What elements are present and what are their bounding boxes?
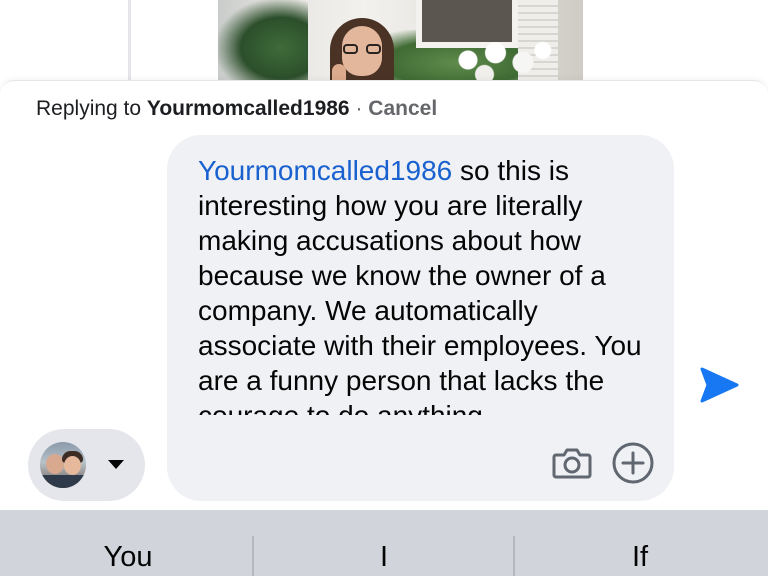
comment-thread [0, 0, 768, 80]
reply-prefix: Replying to [36, 97, 142, 120]
chevron-down-icon [108, 460, 124, 469]
comment-photo[interactable] [218, 0, 583, 80]
photo-flowers [446, 36, 556, 80]
suggestion-you[interactable]: You [0, 510, 256, 576]
reply-target-name: Yourmomcalled1986 [146, 97, 350, 120]
keyboard-suggestion-bar: You I If [0, 510, 768, 576]
comment-input-box[interactable]: Yourmomcalled1986 so this is interesting… [167, 135, 674, 501]
add-attachment-button[interactable] [611, 441, 655, 485]
avatar-shirt [40, 475, 86, 488]
camera-icon [552, 448, 592, 479]
identity-switcher[interactable] [28, 429, 145, 501]
comment-text: so this is interesting how you are liter… [198, 155, 642, 415]
reply-bar: Replying to Yourmomcalled1986 · Cancel [36, 95, 437, 123]
suggestion-divider [252, 536, 254, 576]
suggestion-if[interactable]: If [512, 510, 768, 576]
mention-tag: Yourmomcalled1986 [198, 155, 453, 186]
comment-text-field[interactable]: Yourmomcalled1986 so this is interesting… [198, 153, 650, 415]
send-icon [700, 367, 739, 403]
avatar-head-right [64, 456, 81, 475]
plus-circle-icon [612, 442, 654, 484]
cancel-reply-button[interactable]: Cancel [368, 97, 437, 120]
avatar [40, 442, 86, 488]
camera-button[interactable] [550, 441, 594, 485]
comment-composer: Replying to Yourmomcalled1986 · Cancel Y… [0, 80, 768, 511]
photo-shrub [218, 0, 308, 80]
thread-line [128, 0, 131, 80]
suggestion-i[interactable]: I [256, 510, 512, 576]
person-glasses [343, 44, 381, 54]
person-hand [332, 64, 346, 80]
photo-person [326, 18, 398, 80]
reply-separator: · [355, 97, 363, 120]
send-button[interactable] [697, 363, 741, 407]
